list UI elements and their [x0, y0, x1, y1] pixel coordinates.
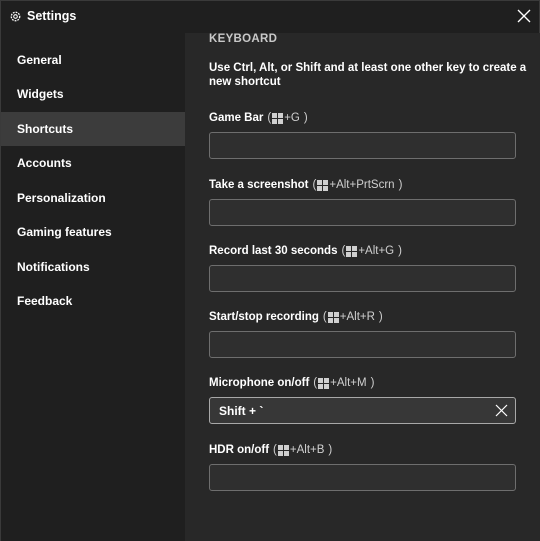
shortcut-hint: ( +Alt+R ): [323, 311, 383, 323]
shortcut-name: Record last 30 seconds: [209, 245, 338, 257]
hint-open: (: [312, 179, 317, 191]
hint-keys: +Alt+M: [330, 377, 367, 389]
shortcut-hint: ( +G ): [267, 112, 307, 124]
shortcut-hint: ( +Alt+PrtScrn ): [313, 179, 403, 191]
hint-open: (: [273, 444, 277, 456]
shortcut-label-record-last-30: Record last 30 seconds ( +Alt+G ): [209, 245, 402, 257]
hint-close: ): [328, 444, 333, 456]
shortcut-label-microphone: Microphone on/off ( +Alt+M ): [209, 377, 374, 389]
windows-key-icon: [327, 311, 339, 323]
shortcut-name: HDR on/off: [209, 444, 270, 456]
title-bar: Settings: [1, 1, 540, 33]
shortcut-input-start-stop-recording[interactable]: [209, 331, 516, 358]
windows-key-icon: [317, 179, 329, 191]
hint-keys: +Alt+B: [289, 444, 325, 456]
hint-close: ): [370, 377, 375, 389]
shortcut-hint: ( +Alt+B ): [273, 444, 332, 456]
sidebar-item-shortcuts[interactable]: Shortcuts: [1, 112, 185, 146]
shortcut-value: Shift + `: [219, 403, 264, 418]
shortcuts-panel: KEYBOARD Use Ctrl, Alt, or Shift and at …: [185, 33, 540, 541]
sidebar-item-label: Widgets: [17, 87, 64, 101]
hint-keys: +Alt+G: [358, 245, 395, 257]
sidebar-item-label: General: [17, 53, 62, 67]
hint-close: ): [303, 112, 308, 124]
shortcut-input-hdr[interactable]: [209, 464, 516, 491]
hint-close: ): [398, 245, 402, 257]
shortcut-input-screenshot[interactable]: [209, 199, 516, 226]
hint-open: (: [322, 311, 327, 323]
sidebar-item-label: Feedback: [17, 294, 73, 308]
sidebar-item-personalization[interactable]: Personalization: [1, 181, 185, 215]
shortcut-hint: ( +Alt+G ): [341, 245, 402, 257]
shortcut-label-screenshot: Take a screenshot ( +Alt+PrtScrn ): [209, 179, 402, 191]
clear-x-icon[interactable]: [495, 404, 508, 417]
sidebar-nav: General Widgets Shortcuts Accounts Perso…: [1, 43, 185, 541]
shortcut-label-game-bar: Game Bar ( +G ): [209, 112, 308, 124]
windows-key-icon: [272, 112, 284, 124]
section-description: Use Ctrl, Alt, or Shift and at least one…: [209, 62, 527, 88]
sidebar-item-label: Personalization: [17, 191, 106, 205]
settings-window: Settings General Widgets Shortcuts Accou…: [0, 0, 540, 541]
sidebar-item-label: Shortcuts: [17, 122, 74, 136]
shortcut-label-hdr: HDR on/off ( +Alt+B ): [209, 444, 332, 456]
shortcut-input-microphone[interactable]: Shift + `: [209, 397, 516, 424]
hint-keys: +Alt+R: [339, 311, 375, 323]
sidebar-item-general[interactable]: General: [1, 43, 185, 77]
hint-open: (: [341, 245, 346, 257]
shortcut-name: Take a screenshot: [209, 179, 309, 191]
shortcut-input-record-last-30[interactable]: [209, 265, 516, 292]
hint-keys: +G: [284, 112, 300, 124]
sidebar-item-label: Notifications: [17, 260, 90, 274]
sidebar-item-accounts[interactable]: Accounts: [1, 146, 185, 180]
shortcut-name: Microphone on/off: [209, 377, 310, 389]
gear-icon: [10, 11, 21, 22]
shortcut-input-game-bar[interactable]: [209, 132, 516, 159]
sidebar-item-widgets[interactable]: Widgets: [1, 77, 185, 111]
shortcut-label-start-stop-recording: Start/stop recording ( +Alt+R ): [209, 311, 383, 323]
window-title: Settings: [27, 9, 77, 23]
hint-close: ): [378, 311, 383, 323]
hint-close: ): [398, 179, 403, 191]
sidebar-item-notifications[interactable]: Notifications: [1, 250, 185, 284]
sidebar-item-gaming-features[interactable]: Gaming features: [1, 215, 185, 249]
shortcut-hint: ( +Alt+M ): [313, 377, 374, 389]
hint-open: (: [267, 112, 272, 124]
section-title: KEYBOARD: [209, 33, 278, 45]
sidebar-item-feedback[interactable]: Feedback: [1, 284, 185, 318]
windows-key-icon: [346, 245, 358, 257]
hint-open: (: [313, 377, 318, 389]
windows-key-icon: [277, 444, 289, 456]
hint-keys: +Alt+PrtScrn: [329, 179, 395, 191]
shortcut-name: Game Bar: [209, 112, 264, 124]
windows-key-icon: [318, 377, 330, 389]
close-icon[interactable]: [515, 7, 533, 25]
sidebar-item-label: Gaming features: [17, 225, 112, 239]
sidebar-item-label: Accounts: [17, 156, 72, 170]
shortcut-name: Start/stop recording: [209, 311, 319, 323]
